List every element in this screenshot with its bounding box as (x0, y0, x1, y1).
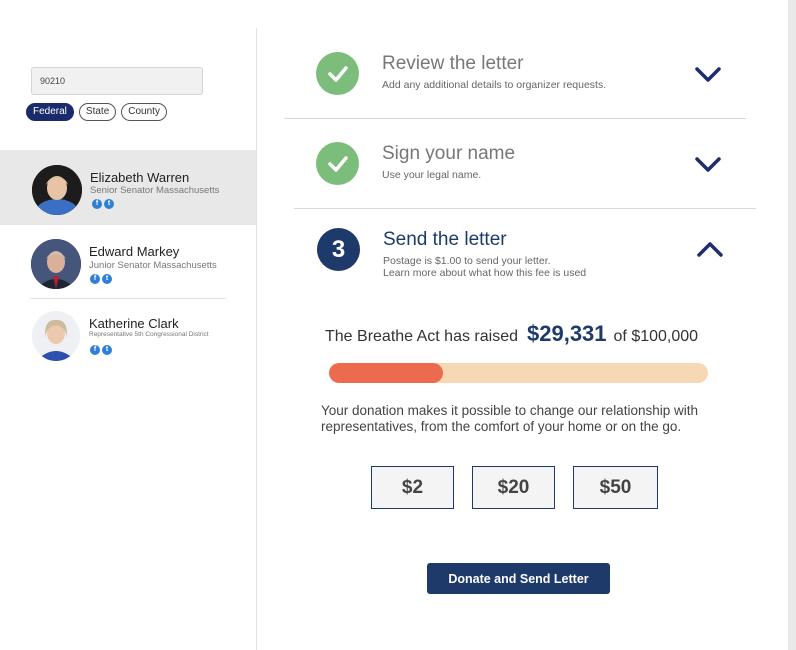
facebook-icon[interactable]: f (90, 345, 100, 355)
step-subtitle: Use your legal name. (382, 169, 482, 181)
rep-name: Elizabeth Warren (90, 170, 190, 185)
rep-card-clark[interactable]: Katherine Clark Representative 5th Congr… (0, 299, 256, 371)
step-complete-check-icon (316, 52, 359, 95)
raised-prefix: The Breathe Act has raised (325, 328, 518, 345)
facebook-icon[interactable]: f (90, 274, 100, 284)
fundraiser-progress-bar (329, 363, 708, 383)
chevron-down-icon[interactable] (694, 156, 722, 174)
twitter-icon[interactable]: t (102, 274, 112, 284)
facebook-icon[interactable]: f (92, 199, 102, 209)
step-subtitle: Add any additional details to organizer … (382, 79, 607, 91)
goal-text: of $100,000 (613, 328, 699, 345)
rep-card-warren[interactable]: Elizabeth Warren Senior Senator Massachu… (0, 150, 256, 225)
step-divider (294, 208, 756, 209)
rep-title: Representative 5th Congressional Distric… (89, 331, 209, 338)
step-complete-check-icon (316, 142, 359, 185)
donation-amount-options: $2 $20 $50 (371, 466, 658, 509)
rep-name: Edward Markey (89, 244, 180, 259)
step-title[interactable]: Review the letter (382, 53, 524, 75)
sidebar-divider (256, 28, 257, 650)
rep-title: Senior Senator Massachusetts (90, 185, 220, 196)
chevron-down-icon[interactable] (694, 66, 722, 84)
chevron-up-icon[interactable] (696, 240, 724, 258)
step-divider (284, 118, 746, 119)
step-title[interactable]: Sign your name (382, 143, 515, 165)
filter-state-button[interactable]: State (78, 103, 117, 121)
donation-description: Your donation makes it possible to chang… (321, 403, 698, 434)
fee-info-link[interactable]: Learn more about what how this fee is us… (383, 267, 586, 280)
step-number-badge: 3 (317, 228, 360, 271)
zip-input[interactable]: 90210 (31, 67, 203, 95)
filter-county-button[interactable]: County (121, 103, 167, 121)
amount-2-button[interactable]: $2 (371, 466, 454, 509)
warren-avatar (32, 165, 82, 215)
filter-federal-button[interactable]: Federal (26, 103, 74, 121)
twitter-icon[interactable]: t (104, 199, 114, 209)
window-scrollbar[interactable] (788, 0, 796, 650)
rep-card-markey[interactable]: Edward Markey Junior Senator Massachuset… (0, 226, 256, 298)
rep-title: Junior Senator Massachusetts (89, 260, 217, 271)
level-filter: Federal State County (26, 103, 167, 121)
twitter-icon[interactable]: t (102, 345, 112, 355)
donate-send-button[interactable]: Donate and Send Letter (427, 563, 610, 594)
amount-20-button[interactable]: $20 (472, 466, 555, 509)
fundraiser-summary: The Breathe Act has raised $29,331 of $1… (325, 321, 698, 347)
clark-avatar (32, 311, 80, 361)
raised-amount: $29,331 (527, 321, 607, 346)
rep-name: Katherine Clark (89, 316, 179, 331)
amount-50-button[interactable]: $50 (573, 466, 658, 509)
step-title[interactable]: Send the letter (383, 229, 507, 251)
progress-fill (329, 363, 443, 383)
markey-avatar (31, 239, 81, 289)
step-subtitle-line1: Postage is $1.00 to send your letter. (383, 255, 551, 267)
